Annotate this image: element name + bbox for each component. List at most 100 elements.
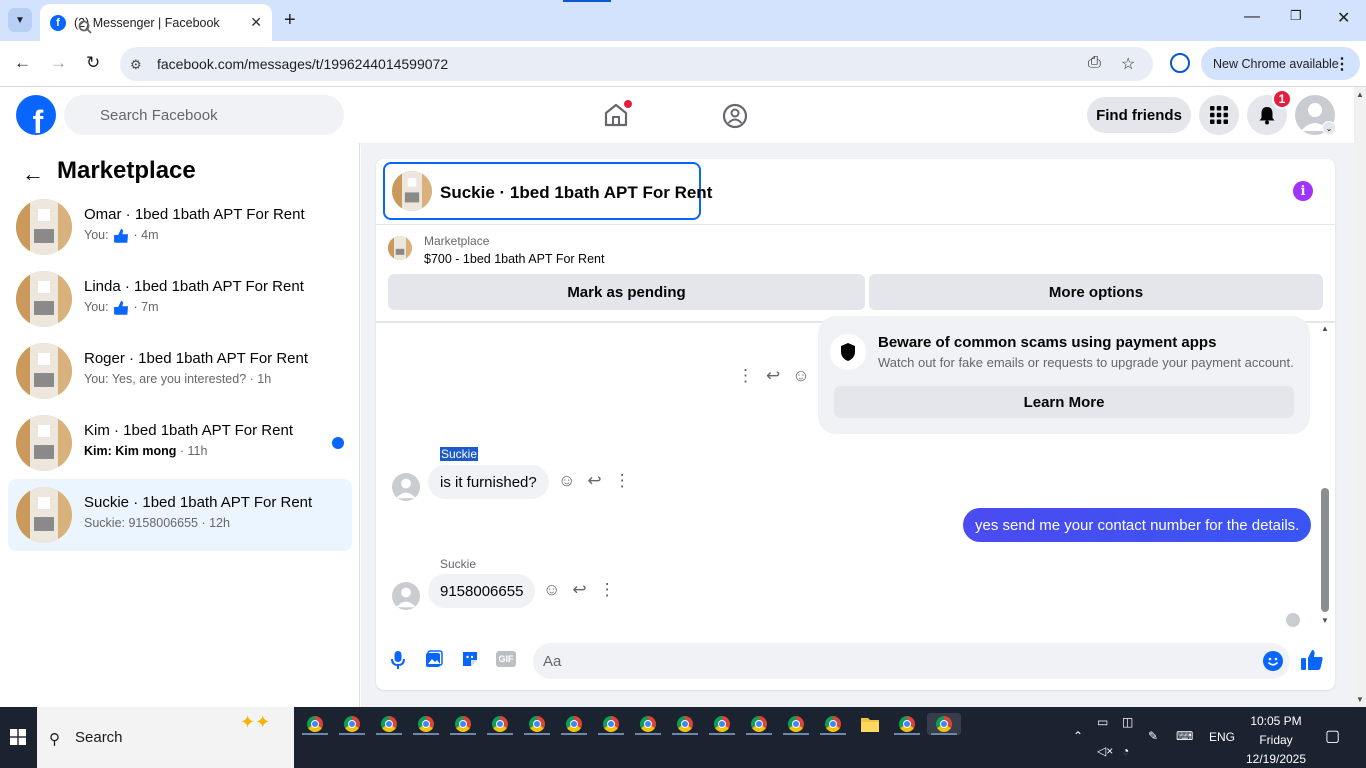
taskbar-chrome-icon[interactable] <box>594 713 628 735</box>
taskbar-chrome-icon[interactable] <box>705 713 739 735</box>
taskbar-chrome-icon[interactable] <box>298 713 332 735</box>
chevron-down-icon[interactable]: ⌄ <box>1322 121 1336 135</box>
keyboard-icon[interactable]: ⌨ <box>1176 729 1193 743</box>
taskbar-chrome-icon[interactable] <box>742 713 776 735</box>
bookmark-star-icon[interactable]: ☆ <box>1121 54 1135 74</box>
conversation-item-suckie[interactable]: Suckie · 1bed 1bath APT For Rent Suckie:… <box>8 479 352 551</box>
react-emoji-icon[interactable]: ☺ <box>543 580 560 600</box>
new-chrome-available-button[interactable]: New Chrome available ⋮ <box>1201 47 1360 80</box>
conversation-preview: You: · 7m <box>84 300 159 315</box>
taskbar-running-indicator <box>413 733 439 735</box>
conversation-name: Linda · 1bed 1bath APT For Rent <box>84 278 304 295</box>
taskbar-chrome-icon[interactable] <box>483 713 517 735</box>
sticker-icon[interactable] <box>461 650 479 668</box>
conversation-item-omar[interactable]: Omar · 1bed 1bath APT For Rent You: · 4m <box>8 191 352 263</box>
back-button[interactable]: ← <box>14 53 31 73</box>
bell-icon <box>1259 107 1275 125</box>
tab-search-button[interactable]: ▼ <box>8 8 32 32</box>
taskbar-file-explorer-icon[interactable] <box>853 713 887 735</box>
message-actions: ⋮ ↩ ☺ <box>737 366 810 386</box>
minimize-window-button[interactable]: — <box>1244 8 1260 26</box>
learn-more-button[interactable]: Learn More <box>834 386 1294 418</box>
chat-scrollbar-thumb[interactable] <box>1321 488 1329 612</box>
taskbar-chrome-icon[interactable] <box>631 713 665 735</box>
taskbar-clock[interactable]: 10:05 PM Friday 12/19/2025 <box>1240 712 1312 768</box>
camera-icon[interactable]: ◫ <box>1122 715 1133 729</box>
menu-grid-button[interactable] <box>1199 95 1239 135</box>
reply-icon[interactable]: ↩ <box>587 471 601 491</box>
more-options-icon[interactable]: ⋮ <box>614 471 631 491</box>
incoming-message[interactable]: 9158006655 <box>428 574 536 608</box>
chrome-menu-icon[interactable]: ⋮ <box>1334 54 1350 74</box>
conversation-item-linda[interactable]: Linda · 1bed 1bath APT For Rent You: · 7… <box>8 263 352 335</box>
taskbar-chrome-icon-active[interactable] <box>927 713 961 735</box>
marketplace-label: Marketplace <box>424 234 490 248</box>
incoming-message[interactable]: is it furnished? <box>428 465 549 499</box>
site-info-icon[interactable]: ⚙ <box>130 57 142 73</box>
taskbar-chrome-icon[interactable] <box>409 713 443 735</box>
taskbar-chrome-icon[interactable] <box>372 713 406 735</box>
reply-icon[interactable]: ↩ <box>766 366 780 386</box>
microphone-icon[interactable] <box>390 650 406 670</box>
pen-icon[interactable]: ✎ <box>1148 729 1158 743</box>
speaker-muted-icon[interactable]: ◁× <box>1097 744 1113 758</box>
back-arrow-icon[interactable]: ← <box>22 161 44 187</box>
photo-icon[interactable] <box>425 650 443 668</box>
like-send-icon[interactable] <box>1300 648 1324 672</box>
groups-icon[interactable] <box>722 103 748 129</box>
outgoing-message[interactable]: yes send me your contact number for the … <box>963 508 1312 542</box>
install-app-icon[interactable]: ⎙ <box>1088 54 1101 72</box>
taskbar-chrome-icon[interactable] <box>890 713 924 735</box>
more-options-button[interactable]: More options <box>869 274 1323 310</box>
page-scrollbar[interactable]: ▲ ▼ <box>1354 87 1366 707</box>
mark-as-pending-button[interactable]: Mark as pending <box>388 274 865 310</box>
taskbar-running-indicator <box>524 733 550 735</box>
gif-icon[interactable]: GIF <box>496 651 516 667</box>
reply-icon[interactable]: ↩ <box>572 580 586 600</box>
reload-button[interactable]: ↻ <box>86 53 100 73</box>
forward-button[interactable]: → <box>50 53 67 73</box>
conversation-item-kim[interactable]: Kim · 1bed 1bath APT For Rent Kim: Kim m… <box>8 407 352 479</box>
taskbar-chrome-icon[interactable] <box>668 713 702 735</box>
restore-window-button[interactable]: ❐ <box>1290 8 1302 24</box>
chat-listing-thumbnail <box>392 171 432 211</box>
taskbar-chrome-icon[interactable] <box>520 713 554 735</box>
more-options-icon[interactable]: ⋮ <box>599 580 616 600</box>
taskbar-running-indicator <box>894 733 920 735</box>
taskbar-chrome-icon[interactable] <box>816 713 850 735</box>
scroll-up-arrow[interactable]: ▲ <box>1321 324 1329 333</box>
react-emoji-icon[interactable]: ☺ <box>558 471 575 491</box>
taskbar-chrome-icon[interactable] <box>557 713 591 735</box>
chrome-icon <box>492 716 508 732</box>
message-input[interactable]: Aa <box>533 643 1290 679</box>
browser-tab[interactable]: f (2) Messenger | Facebook ✕ <box>40 4 272 41</box>
page-scroll-down-arrow[interactable]: ▼ <box>1356 695 1364 704</box>
find-friends-button[interactable]: Find friends <box>1087 97 1191 133</box>
info-icon[interactable]: i <box>1293 181 1313 201</box>
wifi-icon[interactable]: ◔ <box>1122 744 1129 758</box>
react-emoji-icon[interactable]: ☺ <box>792 366 809 386</box>
battery-icon[interactable]: ▭ <box>1097 715 1108 729</box>
chrome-profile-icon[interactable] <box>1170 53 1190 73</box>
listing-title[interactable]: $700 - 1bed 1bath APT For Rent <box>424 252 604 266</box>
show-hidden-icons-chevron-icon[interactable]: ⌃ <box>1073 729 1083 743</box>
conversation-item-roger[interactable]: Roger · 1bed 1bath APT For Rent You: Yes… <box>8 335 352 407</box>
chrome-icon <box>455 716 471 732</box>
new-tab-button[interactable]: + <box>284 9 296 31</box>
language-indicator[interactable]: ENG <box>1209 730 1235 744</box>
notification-center-icon[interactable]: ▢ <box>1325 726 1340 746</box>
taskbar-chrome-icon[interactable] <box>446 713 480 735</box>
windows-start-icon[interactable] <box>10 729 26 745</box>
more-options-icon[interactable]: ⋮ <box>737 366 754 386</box>
emoji-icon[interactable] <box>1263 651 1283 671</box>
facebook-logo[interactable]: f <box>16 95 56 135</box>
scroll-down-arrow[interactable]: ▼ <box>1321 616 1329 625</box>
copilot-sparkle-icon[interactable]: ✦✦ <box>240 712 270 733</box>
close-window-button[interactable]: ✕ <box>1337 8 1350 28</box>
address-bar[interactable]: facebook.com/messages/t/1996244014599072 <box>120 47 1153 81</box>
search-facebook-input[interactable]: Search Facebook <box>64 95 344 135</box>
taskbar-chrome-icon[interactable] <box>779 713 813 735</box>
taskbar-chrome-icon[interactable] <box>335 713 369 735</box>
page-scroll-up-arrow[interactable]: ▲ <box>1356 90 1364 99</box>
tab-close-icon[interactable]: ✕ <box>250 14 262 31</box>
